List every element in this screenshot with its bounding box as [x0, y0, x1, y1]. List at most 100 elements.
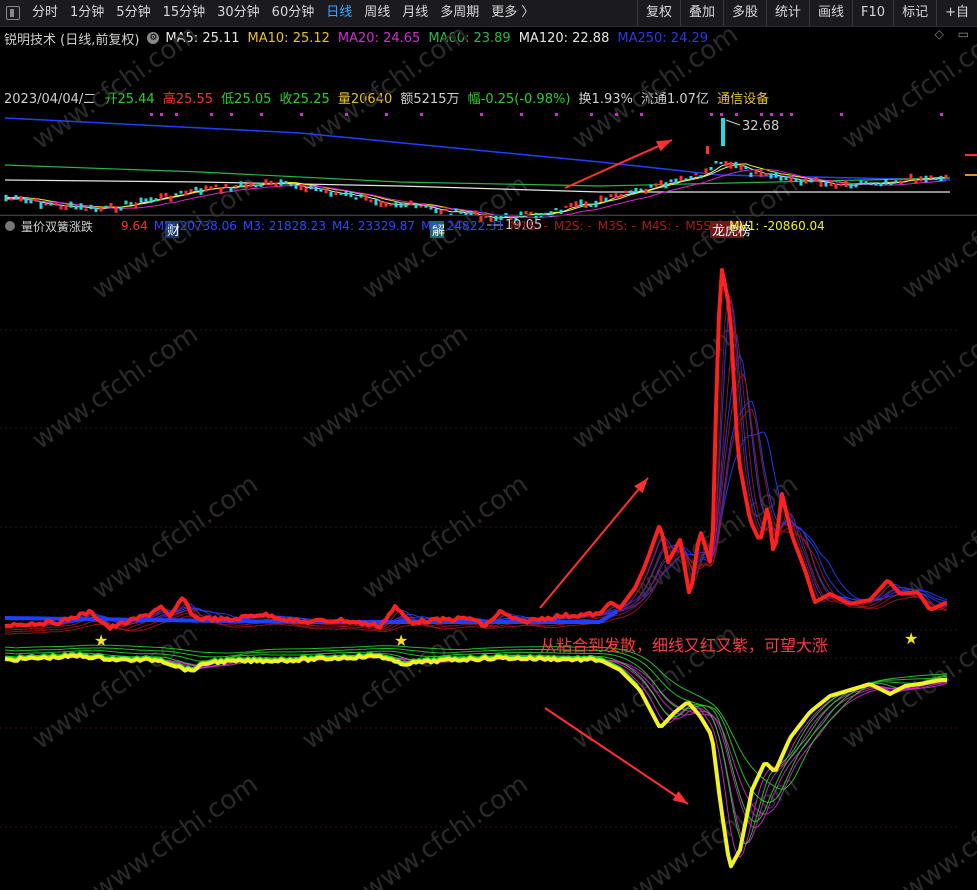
candle — [424, 205, 428, 208]
candle — [924, 175, 928, 183]
candle — [54, 202, 58, 206]
candle — [384, 201, 388, 207]
candle — [134, 202, 138, 209]
candle — [714, 160, 718, 164]
candle — [84, 208, 88, 211]
indicator-value-8: M4S: - — [641, 219, 680, 233]
indicator-settings-icon[interactable] — [5, 221, 15, 231]
candle — [809, 178, 813, 183]
candle — [409, 200, 413, 206]
candle — [879, 182, 883, 187]
watermark: www.cfchi.com — [837, 319, 977, 455]
candle — [704, 168, 708, 174]
event-marker — [160, 113, 163, 116]
candle — [799, 179, 803, 186]
candle — [364, 193, 368, 201]
candle — [154, 198, 158, 202]
candle — [894, 180, 898, 183]
candle — [649, 184, 653, 188]
candle — [234, 184, 238, 188]
candle — [664, 182, 668, 189]
event-marker — [230, 113, 233, 116]
candle — [759, 170, 763, 177]
candle — [284, 180, 288, 185]
candle — [614, 193, 618, 199]
candle — [289, 183, 293, 187]
event-marker — [840, 113, 843, 116]
watermark: www.cfchi.com — [87, 769, 264, 890]
candle — [629, 190, 633, 195]
candle — [114, 206, 118, 213]
candle — [864, 181, 868, 185]
candle — [259, 183, 263, 187]
event-marker — [210, 113, 213, 116]
candle — [349, 192, 353, 198]
candle — [254, 184, 258, 188]
candle — [814, 176, 818, 182]
candle — [249, 181, 253, 187]
event-marker — [480, 113, 483, 116]
candle — [129, 202, 133, 205]
indicator-value-10: MV1: -20860.04 — [729, 219, 825, 233]
candle — [529, 211, 533, 215]
candle — [699, 175, 703, 179]
watermark: www.cfchi.com — [87, 469, 264, 605]
event-marker — [615, 113, 618, 116]
watermark: www.cfchi.com — [297, 619, 474, 755]
candle — [329, 191, 333, 197]
candle — [104, 205, 108, 209]
candle — [269, 180, 273, 186]
candle — [429, 207, 433, 210]
candle — [189, 189, 193, 193]
candle — [309, 184, 313, 190]
candle — [299, 184, 303, 191]
candle — [559, 209, 563, 214]
candle — [619, 193, 623, 198]
chart-canvas[interactable]: www.cfchi.com www.cfchi.com www.cfchi.com w… — [0, 0, 977, 890]
candle — [779, 176, 783, 181]
candle — [654, 183, 658, 187]
candle — [334, 190, 338, 196]
candle — [44, 203, 48, 206]
candle — [709, 166, 713, 171]
candle — [859, 180, 863, 185]
event-marker — [420, 113, 423, 116]
candle — [889, 182, 893, 186]
candle — [454, 208, 458, 212]
candle — [674, 178, 678, 185]
candle — [34, 198, 38, 202]
candle — [64, 205, 68, 211]
candle — [304, 187, 308, 193]
candle — [339, 192, 343, 195]
candle — [279, 179, 283, 186]
candle — [94, 207, 98, 212]
candle — [274, 182, 278, 187]
candle — [684, 178, 688, 181]
watermark: www.cfchi.com — [357, 469, 534, 605]
candle — [294, 185, 298, 189]
candle — [49, 202, 53, 206]
indicator-header: 量价双簧涨跌 9.64 M2: 20738.06 M3: 21828.23 M4: 2… — [0, 215, 977, 236]
candle — [659, 180, 663, 186]
candle — [354, 197, 358, 200]
event-marker — [300, 113, 303, 116]
candle — [244, 183, 248, 189]
event-marker — [175, 113, 178, 116]
candle — [914, 179, 918, 184]
indicator-value-0: 9.64 — [121, 219, 148, 233]
candle — [39, 202, 43, 209]
event-marker — [760, 113, 763, 116]
ma250-line — [4, 117, 951, 181]
candle — [679, 175, 683, 182]
indicator-name[interactable]: 量价双簧涨跌 — [21, 218, 93, 235]
indicator-value-2: M3: 21828.23 — [242, 219, 326, 233]
candle — [604, 197, 608, 202]
candle — [904, 178, 908, 181]
indicator-value-9: M5S: - — [685, 219, 724, 233]
watermark: www.cfchi.com — [897, 469, 977, 605]
annotation-arrow-price-head — [656, 140, 672, 152]
candle — [389, 203, 393, 206]
candle — [569, 202, 573, 208]
candle — [374, 199, 378, 206]
candle — [19, 196, 23, 202]
